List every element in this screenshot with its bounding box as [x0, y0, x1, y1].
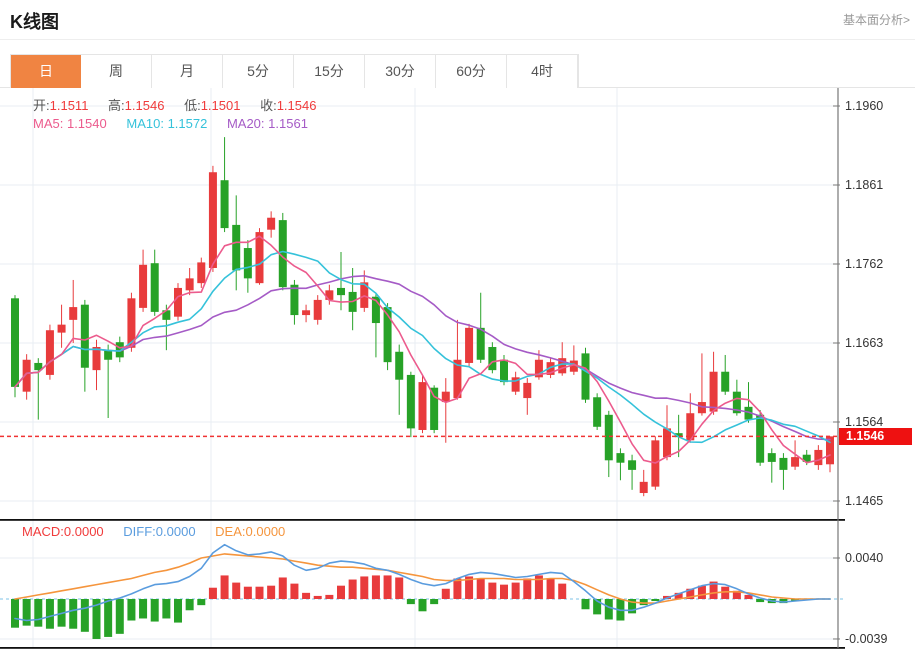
ma10-value: 1.1572 — [167, 116, 208, 131]
ma-legend: MA5: 1.1540 MA10: 1.1572 MA20: 1.1561 — [33, 116, 324, 131]
dea-value: 0.0000 — [245, 524, 286, 539]
tab-30min[interactable]: 30分 — [365, 55, 436, 88]
diff-label: DIFF: — [123, 524, 156, 539]
tab-month[interactable]: 月 — [152, 55, 223, 88]
low-value: 1.1501 — [200, 98, 241, 113]
ohlc-legend: 开:1.1511 高:1.1546 低:1.1501 收:1.1546 — [33, 95, 332, 114]
close-value: 1.1546 — [276, 98, 317, 113]
high-label: 高: — [108, 98, 125, 113]
fundamental-analysis-link[interactable]: 基本面分析> — [843, 11, 910, 28]
ma5-value: 1.1540 — [66, 116, 107, 131]
open-label: 开: — [33, 98, 50, 113]
kline-app: 1.1960 1.1861 1.1762 1.1663 1.1564 1.1465 0.00… — [0, 0, 915, 651]
macd-legend: MACD:0.0000 DIFF:0.0000 DEA:0.0000 — [22, 524, 301, 539]
svg-text:1.1960: 1.1960 — [845, 99, 883, 113]
current-price-badge: 1.1546 — [839, 427, 912, 445]
svg-text:1.1762: 1.1762 — [845, 257, 883, 271]
ma5-label: MA5: — [33, 116, 64, 131]
tab-week[interactable]: 周 — [81, 55, 152, 88]
tab-day[interactable]: 日 — [11, 55, 81, 88]
low-label: 低: — [184, 98, 201, 113]
open-value: 1.1511 — [49, 98, 89, 113]
interval-tabbar: 日 周 月 5分 15分 30分 60分 4时 — [10, 54, 579, 88]
svg-text:1.1861: 1.1861 — [845, 178, 883, 192]
macd-value: 0.0000 — [63, 524, 104, 539]
tab-5min[interactable]: 5分 — [223, 55, 294, 88]
tab-15min[interactable]: 15分 — [294, 55, 365, 88]
macd-label: MACD: — [22, 524, 64, 539]
diff-value: 0.0000 — [155, 524, 196, 539]
page-title: K线图 — [10, 12, 59, 32]
header-divider — [0, 39, 915, 40]
svg-text:-0.0039: -0.0039 — [845, 632, 887, 646]
svg-text:1.1465: 1.1465 — [845, 494, 883, 508]
ma20-label: MA20: — [226, 116, 265, 131]
svg-text:0.0040: 0.0040 — [845, 551, 883, 565]
tab-4hour[interactable]: 4时 — [507, 55, 578, 88]
ma20-value: 1.1561 — [268, 116, 308, 131]
tab-60min[interactable]: 60分 — [436, 55, 507, 88]
dea-label: DEA: — [215, 524, 246, 539]
svg-text:1.1663: 1.1663 — [845, 336, 883, 350]
high-value: 1.1546 — [124, 98, 165, 113]
close-label: 收: — [260, 98, 277, 113]
ma10-label: MA10: — [126, 116, 164, 131]
